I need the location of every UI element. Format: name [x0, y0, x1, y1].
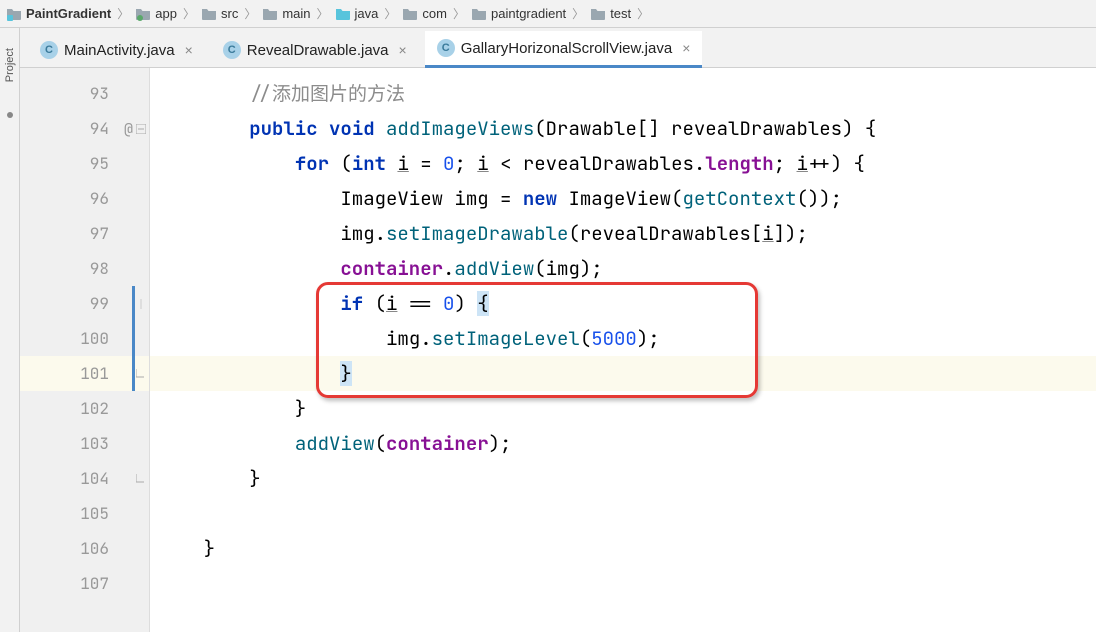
gutter-line[interactable]: 105 [20, 496, 149, 531]
breadcrumb-item[interactable]: com [400, 6, 449, 22]
gutter-line[interactable]: 93 [20, 76, 149, 111]
gutter-line[interactable]: 96 [20, 181, 149, 216]
gutter-line[interactable]: 106 [20, 531, 149, 566]
breadcrumb-label: test [610, 6, 631, 21]
fold-marker-icon[interactable] [135, 123, 147, 135]
file-tab-label: MainActivity.java [64, 42, 175, 59]
breadcrumb-item[interactable]: PaintGradient [4, 6, 113, 22]
tool-window-bar: Project [0, 28, 20, 632]
fold-marker-icon[interactable] [135, 473, 147, 485]
chevron-right-icon: 〉 [572, 5, 584, 22]
gutter-line[interactable]: 99 [20, 286, 149, 321]
code-line[interactable] [150, 496, 1096, 531]
code-line[interactable]: } [150, 391, 1096, 426]
gutter-line[interactable]: 107 [20, 566, 149, 601]
breadcrumb-item[interactable]: app [133, 6, 179, 22]
gutter-line[interactable]: 95 [20, 146, 149, 181]
code-line[interactable]: public void addImageViews(Drawable[] rev… [150, 111, 1096, 146]
breadcrumb-label: app [155, 6, 177, 21]
code-line[interactable]: img.setImageDrawable(revealDrawables[i])… [150, 216, 1096, 251]
breadcrumb-item[interactable]: src [199, 6, 240, 22]
breadcrumb-label: com [422, 6, 447, 21]
breadcrumb-label: main [282, 6, 310, 21]
code-line[interactable]: ImageView img = new ImageView(getContext… [150, 181, 1096, 216]
fold-marker-icon[interactable] [135, 368, 147, 380]
chevron-right-icon: 〉 [384, 5, 396, 22]
gutter-line[interactable]: 102 [20, 391, 149, 426]
breadcrumb-label: java [355, 6, 379, 21]
breadcrumb-label: src [221, 6, 238, 21]
breadcrumb-item[interactable]: java [333, 6, 381, 22]
code-line[interactable]: addView(container); [150, 426, 1096, 461]
file-tab-label: RevealDrawable.java [247, 42, 389, 59]
side-indicator [7, 112, 13, 118]
breadcrumb-item[interactable]: main [260, 6, 312, 22]
class-icon: C [40, 41, 58, 59]
class-icon: C [437, 39, 455, 57]
content-area: Project C MainActivity.java × C RevealDrawab… [0, 28, 1096, 632]
code-line[interactable] [150, 566, 1096, 601]
code-line[interactable]: } [150, 461, 1096, 496]
file-tab-label: GallaryHorizonalScrollView.java [461, 40, 672, 57]
close-icon[interactable]: × [682, 40, 690, 56]
breadcrumb-item[interactable]: test [588, 6, 633, 22]
chevron-right-icon: 〉 [183, 5, 195, 22]
chevron-right-icon: 〉 [637, 5, 649, 22]
editor-area: C MainActivity.java × C RevealDrawable.java ×… [20, 28, 1096, 632]
gutter-line[interactable]: 97 [20, 216, 149, 251]
breadcrumb-label: PaintGradient [26, 6, 111, 21]
code-area[interactable]: //添加图片的方法 public void addImageViews(Draw… [150, 68, 1096, 632]
breadcrumb: PaintGradient 〉 app 〉 src 〉 main 〉 java 〉 com 〉 pain… [0, 0, 1096, 28]
project-tool-tab[interactable]: Project [4, 48, 16, 82]
file-tabs: C MainActivity.java × C RevealDrawable.java ×… [20, 28, 1096, 68]
class-icon: C [223, 41, 241, 59]
close-icon[interactable]: × [399, 42, 407, 58]
override-gutter-icon[interactable]: @ [124, 119, 133, 139]
file-tab[interactable]: C GallaryHorizonalScrollView.java × [425, 31, 703, 68]
editor-body: 9394@9596979899100101102103104105106107 … [20, 68, 1096, 632]
code-line[interactable]: if (i == 0) { [150, 286, 1096, 321]
code-line[interactable]: for (int i = 0; i < revealDrawables.leng… [150, 146, 1096, 181]
file-tab[interactable]: C MainActivity.java × [28, 33, 205, 67]
code-line[interactable]: img.setImageLevel(5000); [150, 321, 1096, 356]
chevron-right-icon: 〉 [117, 5, 129, 22]
file-tab[interactable]: C RevealDrawable.java × [211, 33, 419, 67]
code-line[interactable]: } [150, 531, 1096, 566]
gutter-line[interactable]: 103 [20, 426, 149, 461]
code-line[interactable]: } [150, 356, 1096, 391]
code-line[interactable]: container.addView(img); [150, 251, 1096, 286]
gutter-line[interactable]: 104 [20, 461, 149, 496]
chevron-right-icon: 〉 [244, 5, 256, 22]
fold-marker-icon[interactable] [135, 298, 147, 310]
gutter-line[interactable]: 94@ [20, 111, 149, 146]
gutter: 9394@9596979899100101102103104105106107 [20, 68, 150, 632]
breadcrumb-item[interactable]: paintgradient [469, 6, 568, 22]
gutter-line[interactable]: 101 [20, 356, 149, 391]
code-line[interactable]: //添加图片的方法 [150, 76, 1096, 111]
chevron-right-icon: 〉 [317, 5, 329, 22]
gutter-line[interactable]: 98 [20, 251, 149, 286]
chevron-right-icon: 〉 [453, 5, 465, 22]
breadcrumb-label: paintgradient [491, 6, 566, 21]
close-icon[interactable]: × [185, 42, 193, 58]
vcs-change-marker[interactable] [132, 321, 135, 356]
gutter-line[interactable]: 100 [20, 321, 149, 356]
